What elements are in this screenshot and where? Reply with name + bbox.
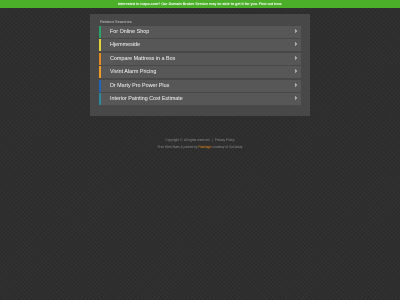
chevron-right-icon: › [294, 68, 297, 76]
search-link-dr-marty[interactable]: Dr Marty Pro Power Plus › [99, 79, 301, 92]
panel-title: Related Searches [100, 19, 132, 24]
parklogic-link[interactable]: Parklogic [198, 145, 211, 149]
search-link-compare-mattress[interactable]: Compare Mattress in a Box › [99, 52, 301, 65]
chevron-right-icon: › [294, 81, 297, 89]
chevron-right-icon: › [294, 28, 297, 35]
search-link-interior-painting[interactable]: Interior Painting Cost Estimate › [99, 92, 301, 105]
chevron-right-icon: › [294, 41, 297, 49]
footer-separator: | [212, 138, 213, 142]
search-link-label: Compare Mattress in a Box [110, 55, 176, 62]
privacy-policy-link[interactable]: Privacy Policy [215, 138, 235, 142]
search-link-label: For Online Shop [110, 29, 150, 35]
chevron-right-icon: › [294, 54, 297, 62]
search-link-label: Hjemmeside [110, 42, 140, 49]
search-link-label: Interior Painting Cost Estimate [110, 95, 183, 102]
related-searches-list: For Online Shop › Hjemmeside › Compare M… [99, 26, 301, 106]
parked-prefix: Free Web Stats & parked by [157, 145, 199, 149]
footer-copyright-line: Copyright ©. All rights reserved. | Priv… [0, 138, 400, 142]
domain-broker-banner[interactable]: Interested in icapo.com? Our Domain Brok… [0, 0, 400, 8]
chevron-right-icon: › [294, 94, 297, 102]
search-link-hjemmeside[interactable]: Hjemmeside › [99, 39, 301, 52]
footer-parked-line: Free Web Stats & parked by Parklogic cou… [0, 145, 400, 149]
search-link-label: Dr Marty Pro Power Plus [110, 82, 170, 89]
search-link-for-online-shop[interactable]: For Online Shop › [99, 26, 301, 38]
search-link-label: Vivint Alarm Pricing [110, 69, 157, 76]
parked-suffix: courtesy of GoDaddy [211, 145, 243, 149]
search-link-vivint-alarm[interactable]: Vivint Alarm Pricing › [99, 66, 301, 79]
copyright-text: Copyright ©. All rights reserved. [165, 138, 211, 142]
banner-text[interactable]: Interested in icapo.com? Our Domain Brok… [118, 2, 282, 6]
